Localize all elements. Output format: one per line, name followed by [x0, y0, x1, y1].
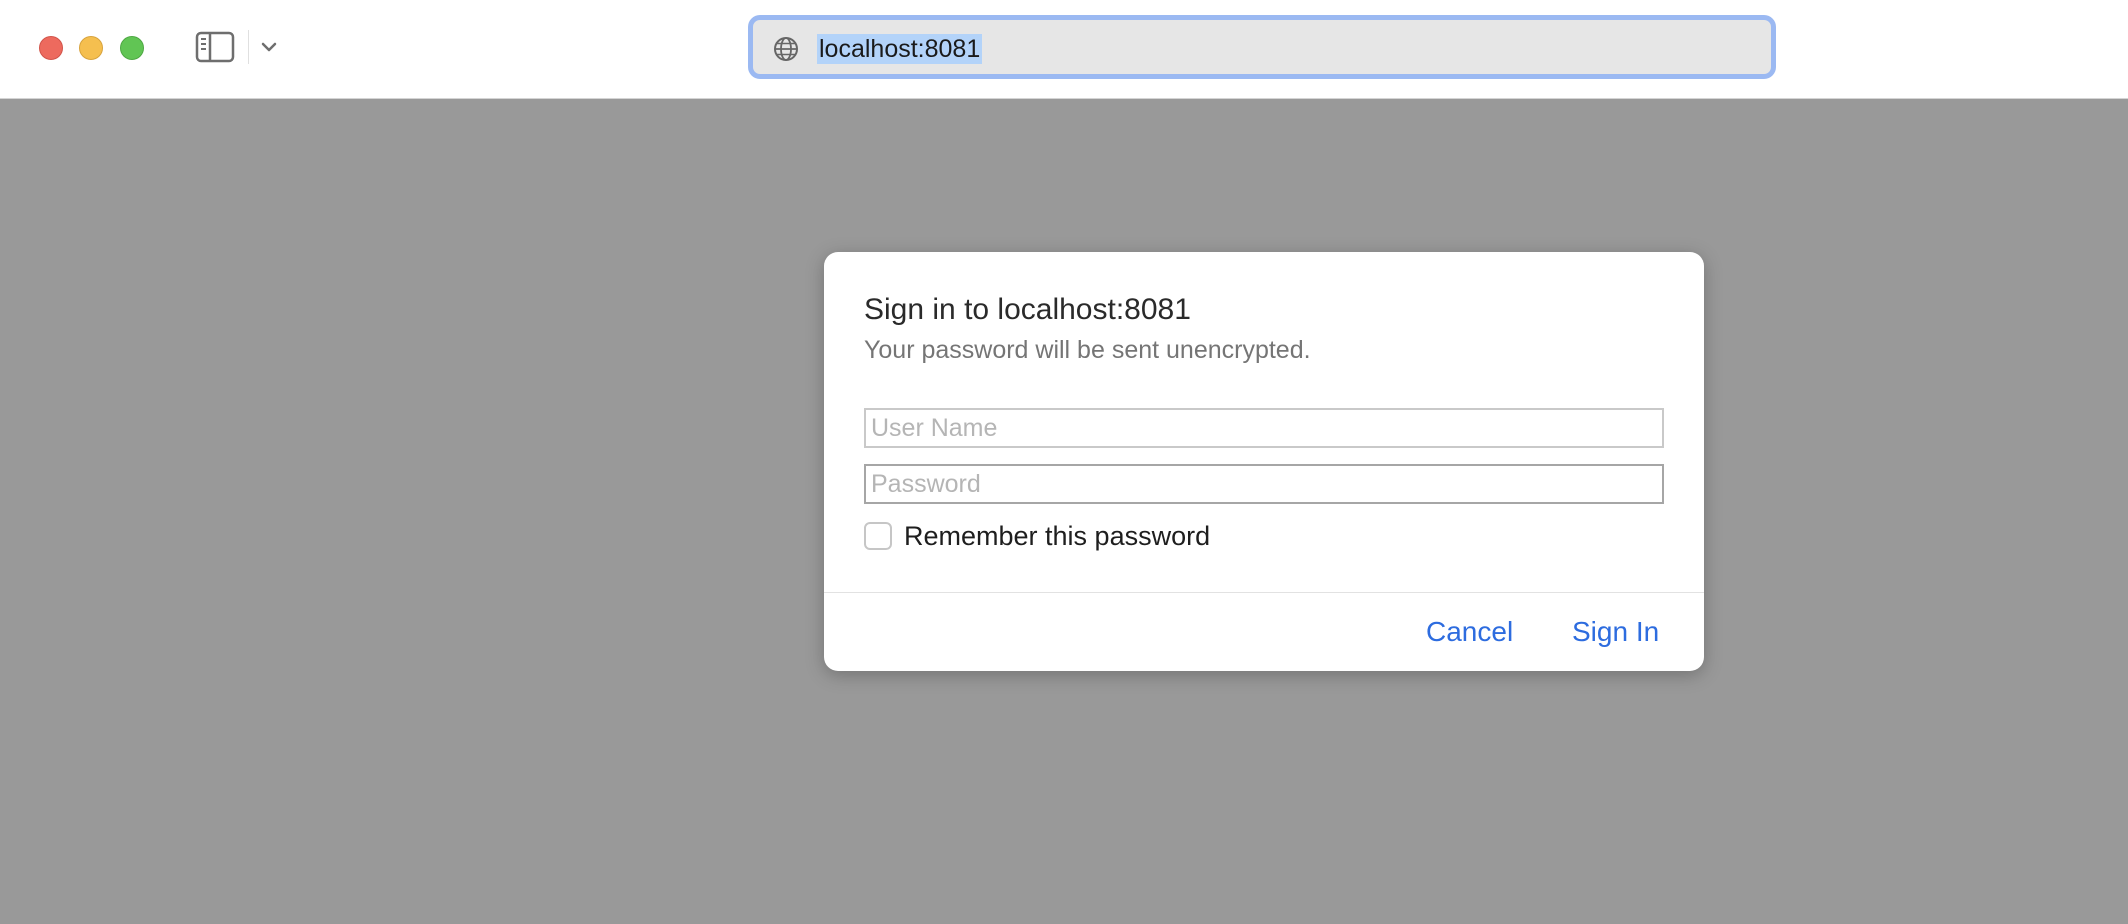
remember-password-checkbox[interactable]	[864, 522, 892, 550]
remember-password-label[interactable]: Remember this password	[904, 520, 1210, 552]
dialog-title: Sign in to localhost:8081	[864, 293, 1191, 326]
close-icon[interactable]	[39, 36, 63, 60]
cancel-button[interactable]: Cancel	[1426, 614, 1513, 650]
browser-window: localhost:8081 Sign in to localhost:8081…	[0, 0, 2128, 924]
chevron-down-icon[interactable]	[258, 36, 280, 58]
zoom-icon[interactable]	[120, 36, 144, 60]
minimize-icon[interactable]	[79, 36, 103, 60]
globe-icon	[772, 35, 800, 63]
sign-in-button[interactable]: Sign In	[1572, 614, 1659, 650]
address-bar[interactable]: localhost:8081	[748, 15, 1776, 79]
address-url[interactable]: localhost:8081	[817, 34, 983, 64]
dialog-divider	[824, 592, 1704, 593]
username-input[interactable]	[864, 408, 1664, 448]
sidebar-icon[interactable]	[194, 30, 236, 64]
browser-toolbar: localhost:8081	[0, 0, 2128, 99]
dialog-subtitle: Your password will be sent unencrypted.	[864, 336, 1311, 364]
sign-in-dialog: Sign in to localhost:8081 Your password …	[824, 252, 1704, 671]
toolbar-divider	[248, 30, 249, 64]
password-input[interactable]	[864, 464, 1664, 504]
